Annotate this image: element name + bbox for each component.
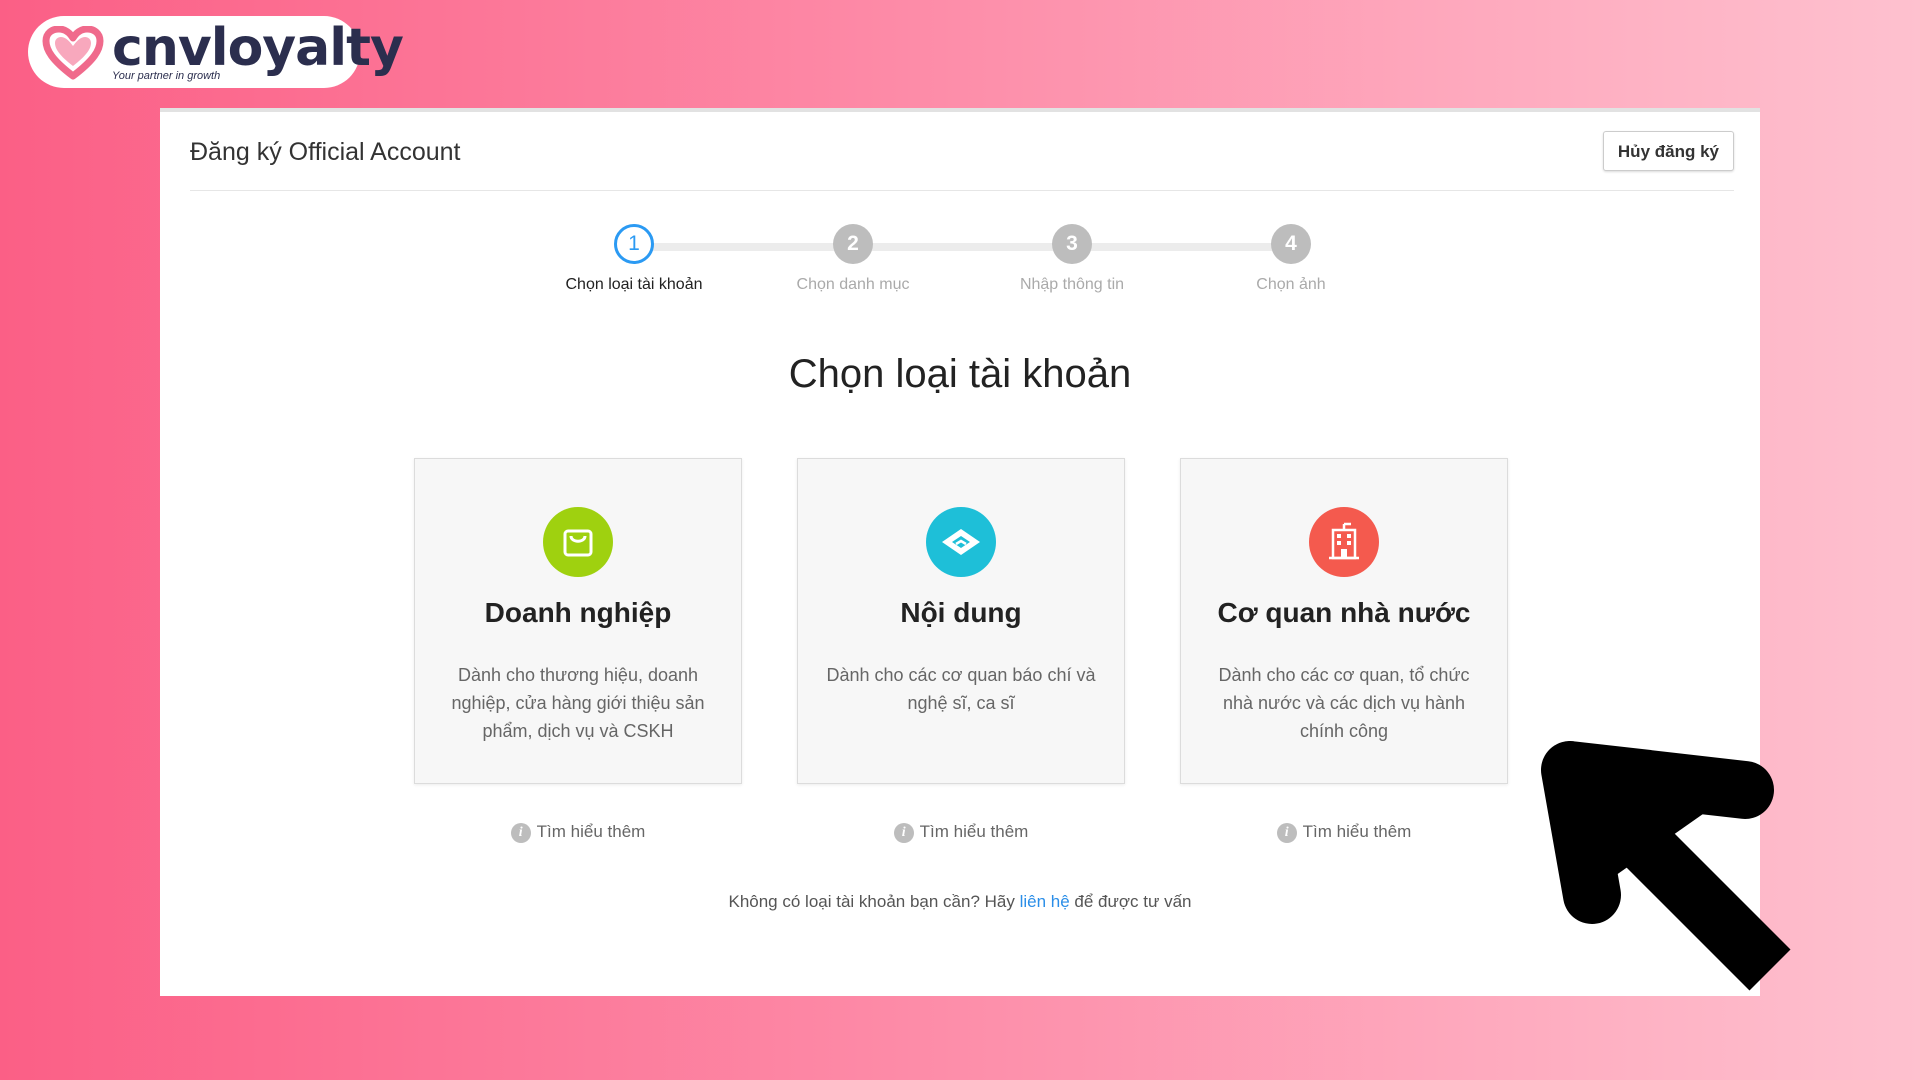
learn-more-label: Tìm hiểu thêm	[1302, 822, 1412, 841]
account-type-card-business[interactable]: Doanh nghiệp Dành cho thương hiệu, doanh…	[414, 458, 742, 784]
learn-more-label: Tìm hiểu thêm	[536, 822, 646, 841]
card-description: Dành cho thương hiệu, doanh nghiệp, cửa …	[451, 665, 705, 741]
content-icon	[926, 507, 996, 577]
pointer-arrow-icon	[1541, 741, 1791, 991]
info-icon: i	[510, 822, 531, 843]
account-type-card-content[interactable]: Nội dung Dành cho các cơ quan báo chí và…	[797, 458, 1125, 784]
learn-more-link-business[interactable]: i Tìm hiểu thêm	[414, 822, 742, 843]
card-description: Dành cho các cơ quan báo chí và nghệ sĩ,…	[826, 665, 1096, 713]
contact-link[interactable]: liên hệ	[1020, 892, 1070, 911]
learn-more-link-content[interactable]: i Tìm hiểu thêm	[797, 822, 1125, 843]
account-type-card-government[interactable]: Cơ quan nhà nước Dành cho các cơ quan, t…	[1180, 458, 1508, 784]
step-2: 2 Chọn danh mục	[753, 224, 953, 294]
step-4: 4 Chọn ảnh	[1191, 224, 1391, 294]
progress-stepper: 1 Chọn loại tài khoản 2 Chọn danh mục 3 …	[160, 112, 1760, 312]
step-1: 1 Chọn loại tài khoản	[534, 224, 734, 294]
brand-tagline: Your partner in growth	[112, 70, 221, 82]
learn-more-link-government[interactable]: i Tìm hiểu thêm	[1180, 822, 1508, 843]
learn-more-label: Tìm hiểu thêm	[919, 822, 1029, 841]
step-number: 1	[614, 224, 654, 264]
step-label: Chọn ảnh	[1256, 276, 1326, 293]
card-title: Nội dung	[900, 597, 1022, 628]
step-label: Chọn loại tài khoản	[565, 276, 703, 293]
contact-note-suffix: để được tư vấn	[1069, 892, 1192, 911]
contact-note-text: Không có loại tài khoản bạn cần? Hãy	[728, 892, 1020, 911]
info-icon: i	[1276, 822, 1297, 843]
step-label: Chọn danh mục	[796, 276, 910, 293]
card-title: Doanh nghiệp	[484, 597, 672, 628]
shopping-bag-icon	[543, 507, 613, 577]
building-icon	[1309, 507, 1379, 577]
brand-name: cnvloyalty	[112, 18, 404, 78]
step-3: 3 Nhập thông tin	[972, 224, 1172, 294]
step-number: 4	[1271, 224, 1311, 264]
step-number: 2	[833, 224, 873, 264]
step-number: 3	[1052, 224, 1092, 264]
card-title: Cơ quan nhà nước	[1217, 597, 1471, 628]
heart-logo-icon	[42, 26, 104, 80]
section-title: Chọn loại tài khoản	[788, 352, 1132, 396]
info-icon: i	[893, 822, 914, 843]
step-label: Nhập thông tin	[1019, 276, 1125, 293]
brand-logo: cnvloyalty Your partner in growth	[28, 16, 404, 88]
card-description: Dành cho các cơ quan, tổ chức nhà nước v…	[1218, 665, 1470, 741]
